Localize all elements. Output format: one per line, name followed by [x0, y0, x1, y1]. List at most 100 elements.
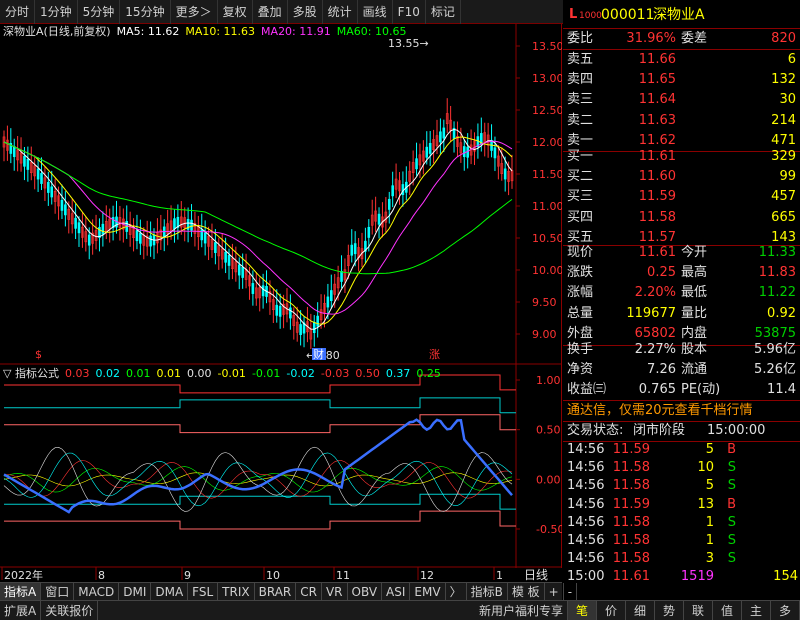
ma10-label: MA10: 11.63	[185, 25, 256, 38]
tick-price: 11.58	[612, 551, 650, 567]
buy-volume: 665	[771, 209, 796, 225]
stat-label: 今开	[681, 245, 708, 260]
badge-s[interactable]: $	[35, 348, 42, 361]
tick-row: 14:56 11.58 3 S	[563, 549, 800, 569]
tick-time: 14:56	[567, 533, 605, 548]
quote-tab-6[interactable]: 主	[742, 600, 771, 620]
toolbar-item-1[interactable]: 1分钟	[35, 0, 78, 24]
tick-volume: 1	[705, 514, 714, 530]
stat-label: 现价	[567, 245, 594, 260]
tick-price: 11.58	[612, 533, 650, 548]
indicator-tab-7[interactable]: BRAR	[255, 582, 297, 601]
stat2-value: 5.96亿	[754, 342, 796, 357]
sell-row: 卖三 11.64 30	[563, 90, 800, 110]
kline-chart-area[interactable]: 13.50 13.00 12.50 12.00 11.50 11.00 10.50 10.00…	[0, 24, 564, 582]
toolbar-item-10[interactable]: F10	[393, 0, 426, 24]
candle-body	[439, 131, 442, 143]
toolbar-item-8[interactable]: 统计	[323, 0, 358, 24]
indicator-tab-0[interactable]: 指标A	[0, 582, 42, 601]
quote-tab-5[interactable]: 值	[713, 600, 742, 620]
promo-text[interactable]: 通达信，仅需20元查看千档行情	[567, 401, 753, 421]
envelope-line	[4, 414, 516, 434]
chart-legend: 深物业A(日线,前复权) MA5: 11.62 MA10: 11.63 MA20…	[0, 24, 516, 40]
candle-body	[340, 270, 343, 282]
indicator-tab-13[interactable]: 〉	[446, 582, 467, 601]
statusbar-item-1[interactable]: 关联报价	[41, 600, 99, 620]
candle-body	[224, 251, 227, 263]
indicator-tab-4[interactable]: DMA	[151, 582, 189, 601]
candle-body	[139, 232, 142, 244]
sell-label: 卖三	[567, 92, 594, 108]
toolbar-item-2[interactable]: 5分钟	[78, 0, 121, 24]
candle-body	[442, 127, 446, 139]
badge-zhang[interactable]: 涨	[429, 348, 440, 361]
indicator-value-10: 0.37	[385, 367, 411, 380]
tick-side: S	[727, 514, 736, 530]
kline-chart-svg[interactable]: 13.5013.0012.5012.0011.5011.0010.5010.00…	[0, 24, 564, 582]
candle-body	[261, 285, 265, 297]
tick-row: 15:00 11.61 1519 154	[563, 567, 800, 587]
badge-cai[interactable]: 财	[313, 347, 324, 361]
buy-label: 买二	[567, 169, 594, 185]
quote-tab-3[interactable]: 势	[655, 600, 684, 620]
toolbar-item-7[interactable]: 多股	[288, 0, 323, 24]
indicator-tabs: 指标A 窗口 MACD DMI DMA FSL TRIX BRAR CR VR OBV ASI EMV 〉…	[0, 582, 578, 601]
quote-tab-4[interactable]: 联	[684, 600, 713, 620]
tick-row: 14:56 11.58 1 S	[563, 531, 800, 551]
indicator-tab-16[interactable]: +	[545, 582, 564, 601]
toolbar-item-5[interactable]: 复权	[218, 0, 253, 24]
candle-body	[350, 244, 354, 256]
candle-body	[40, 173, 43, 184]
indicator-tab-11[interactable]: ASI	[382, 582, 411, 601]
indicator-tab-8[interactable]: CR	[296, 582, 322, 601]
toolbar-item-4[interactable]: 更多＞	[171, 0, 218, 24]
indicator-main-line	[3, 418, 513, 514]
sell-price: 11.66	[638, 52, 676, 67]
indicator-tab-6[interactable]: TRIX	[218, 582, 255, 601]
toolbar-item-6[interactable]: 叠加	[253, 0, 288, 24]
quote-panel: L 1000 000011 深物业A 委比 31.96% 委差 820 卖五 11.66 6 卖四 11…	[563, 0, 800, 600]
sell-label: 卖五	[567, 52, 594, 67]
stat-row: 涨幅 2.20% 最低 11.22	[563, 283, 800, 303]
buy-price: 11.58	[638, 209, 676, 225]
quote-tab-1[interactable]: 价	[597, 600, 626, 620]
candle-body	[503, 168, 507, 180]
quote-tab-0[interactable]: 笔	[568, 600, 597, 620]
stat2-row: 净资 7.26 流通 5.26亿	[563, 360, 800, 380]
indicator-tab-3[interactable]: DMI	[119, 582, 152, 601]
indicator-tab-9[interactable]: VR	[322, 582, 348, 601]
promo-row: 通达信，仅需20元查看千档行情	[563, 401, 800, 421]
indicator-tab-12[interactable]: EMV	[410, 582, 446, 601]
indicator-tab-17[interactable]: -	[564, 582, 578, 601]
tick-row: 14:56 11.59 5 B	[563, 440, 800, 460]
candle-body	[203, 232, 207, 244]
sell-row: 卖四 11.65 132	[563, 70, 800, 90]
toolbar-item-3[interactable]: 15分钟	[120, 0, 171, 24]
candle-body	[377, 213, 381, 225]
toolbar-item-11[interactable]: 标记	[426, 0, 461, 24]
stat2-label: 换手	[567, 342, 594, 357]
indicator-tab-1[interactable]: 窗口	[41, 582, 75, 601]
new-user-promo[interactable]: 新用户福利专享	[475, 600, 568, 620]
indicator-title[interactable]: ▽ 指标公式	[3, 366, 59, 382]
stat2-label: 股本	[681, 342, 708, 357]
period-label[interactable]: 日线	[524, 568, 548, 582]
toolbar-item-9[interactable]: 画线	[358, 0, 393, 24]
weibi-row: 委比 31.96% 委差 820	[563, 29, 800, 49]
indicator-tab-10[interactable]: OBV	[348, 582, 383, 601]
toolbar-item-0[interactable]: 分时	[0, 0, 36, 24]
price-tick-label: 12.00	[532, 136, 562, 149]
buy-price: 11.61	[638, 149, 676, 164]
indicator-tab-15[interactable]: 模 板	[508, 582, 545, 601]
statusbar-item-0[interactable]: 扩展A	[0, 600, 42, 620]
candle-body	[299, 324, 302, 335]
indicator-tab-2[interactable]: MACD	[74, 582, 120, 601]
stat2-label: 收益㈢	[567, 382, 607, 398]
indicator-tab-14[interactable]: 指标B	[467, 582, 508, 601]
indicator-tab-5[interactable]: FSL	[188, 582, 219, 601]
tick-row: 14:56 11.58 1 S	[563, 513, 800, 533]
date-label: 10	[266, 569, 280, 582]
quote-tab-7[interactable]: 多	[771, 600, 800, 620]
price-tick-label: 13.50	[532, 40, 562, 53]
quote-tab-2[interactable]: 细	[626, 600, 655, 620]
